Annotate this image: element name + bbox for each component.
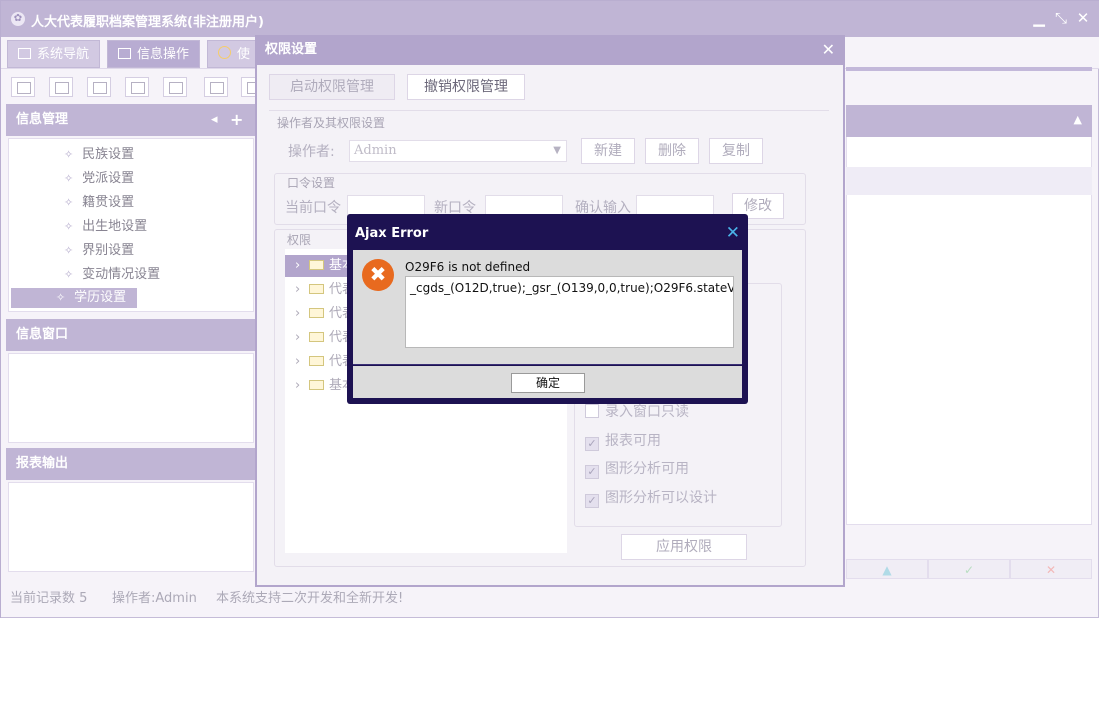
- chevron-right-icon: ›: [295, 330, 301, 345]
- folder-icon: [309, 308, 324, 318]
- tree-node[interactable]: › 代表: [295, 303, 355, 325]
- check-icon: ✓: [585, 437, 599, 451]
- error-dialog-title: Ajax Error: [355, 226, 429, 241]
- folder-icon: [309, 332, 324, 342]
- readonly-checkbox[interactable]: 录入窗口只读: [585, 401, 689, 423]
- new-button[interactable]: 新建: [581, 138, 635, 164]
- error-x-icon: ✖: [362, 259, 394, 291]
- operator-label: 操作者:: [288, 144, 335, 160]
- ok-button[interactable]: 确定: [511, 373, 585, 393]
- report-enabled-checkbox[interactable]: ✓ 报表可用: [585, 430, 661, 452]
- delete-button[interactable]: 删除: [645, 138, 699, 164]
- operator-select[interactable]: Admin ▼: [349, 140, 567, 162]
- chevron-down-icon: ▼: [553, 145, 561, 156]
- folder-icon: [309, 356, 324, 366]
- check-icon: ✓: [585, 494, 599, 508]
- revoke-permission-button[interactable]: 撤销权限管理: [407, 74, 525, 100]
- tree-node[interactable]: › 代表: [295, 351, 355, 373]
- chevron-right-icon: ›: [295, 306, 301, 321]
- chevron-right-icon: ›: [295, 354, 301, 369]
- ajax-error-dialog: Ajax Error ✕ ✖ O29F6 is not defined _cgd…: [347, 214, 748, 404]
- folder-icon: [309, 284, 324, 294]
- tree-node[interactable]: › 基本: [295, 375, 355, 397]
- copy-button[interactable]: 复制: [709, 138, 763, 164]
- close-icon[interactable]: ✕: [822, 40, 835, 60]
- error-dialog-body: ✖ O29F6 is not defined _cgds_(O12D,true)…: [353, 250, 742, 365]
- enable-permission-button[interactable]: 启动权限管理: [269, 74, 395, 100]
- checkbox-icon: [585, 404, 599, 418]
- operator-section-label: 操作者及其权限设置: [277, 116, 386, 130]
- chevron-right-icon: ›: [295, 378, 301, 393]
- chevron-right-icon: ›: [295, 282, 301, 297]
- check-icon: ✓: [585, 465, 599, 479]
- password-section-label: 口令设置: [287, 176, 336, 190]
- permission-section-label: 权限: [287, 233, 312, 247]
- tree-node[interactable]: › 代表: [295, 279, 355, 301]
- chevron-right-icon: ›: [295, 258, 301, 273]
- folder-icon: [309, 260, 324, 270]
- chart-design-checkbox[interactable]: ✓ 图形分析可以设计: [585, 487, 717, 509]
- divider: [269, 110, 829, 111]
- current-password-label: 当前口令: [285, 200, 341, 216]
- permission-dialog-title: 权限设置 ✕: [257, 37, 843, 65]
- folder-icon: [309, 380, 324, 390]
- error-message: O29F6 is not defined: [405, 260, 531, 274]
- tree-node[interactable]: › 代表: [295, 327, 355, 349]
- chart-enabled-checkbox[interactable]: ✓ 图形分析可用: [585, 458, 689, 480]
- error-dialog-footer: 确定: [353, 366, 742, 398]
- error-detail-textarea[interactable]: _cgds_(O12D,true);_gsr_(O139,0,0,true);O…: [405, 276, 734, 348]
- apply-permission-button[interactable]: 应用权限: [621, 534, 747, 560]
- close-icon[interactable]: ✕: [726, 223, 740, 243]
